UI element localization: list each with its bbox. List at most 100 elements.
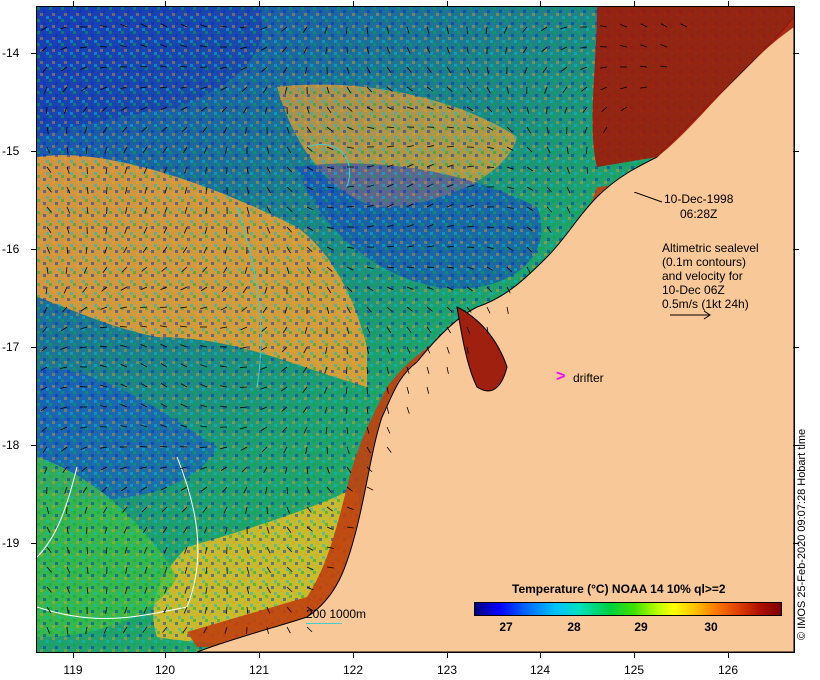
velocity-vector <box>200 45 208 48</box>
velocity-vector <box>466 46 469 54</box>
latitude-tick-label: -19 <box>2 536 20 550</box>
velocity-vector <box>566 186 571 194</box>
longitude-tick-mark <box>353 1 354 7</box>
velocity-vector <box>205 206 208 214</box>
velocity-vector <box>121 266 128 273</box>
velocity-vector <box>586 146 588 155</box>
velocity-vector <box>144 586 148 594</box>
velocity-vector <box>205 186 208 194</box>
velocity-vector <box>306 506 312 513</box>
velocity-vector <box>506 286 511 294</box>
longitude-tick-mark <box>728 652 729 658</box>
velocity-vector <box>246 166 249 174</box>
velocity-vector <box>526 226 533 232</box>
drifter-marker[interactable]: > <box>556 368 565 386</box>
velocity-vector <box>246 206 250 214</box>
colorbar-label: 30 <box>704 620 718 634</box>
velocity-vector <box>239 366 248 368</box>
velocity-vector <box>163 226 168 234</box>
velocity-vector <box>80 66 88 70</box>
velocity-vector <box>526 146 533 153</box>
velocity-vector <box>42 326 48 333</box>
sst-map[interactable] <box>36 6 795 653</box>
velocity-vector <box>144 206 148 214</box>
velocity-vector <box>203 526 208 534</box>
velocity-vector <box>161 506 168 513</box>
velocity-vector <box>304 326 308 334</box>
velocity-vector <box>506 146 514 151</box>
velocity-vector <box>66 146 69 154</box>
velocity-vector <box>324 406 328 414</box>
velocity-vector <box>286 246 291 254</box>
velocity-vector <box>526 106 530 114</box>
velocity-vector <box>100 306 108 310</box>
velocity-vector <box>140 486 148 491</box>
velocity-vector <box>220 405 228 408</box>
velocity-vector <box>261 326 268 332</box>
velocity-vector <box>200 86 208 90</box>
velocity-vector <box>526 266 531 274</box>
latitude-tick-mark <box>31 347 37 348</box>
velocity-vector <box>506 226 514 230</box>
longitude-tick-mark <box>447 652 448 658</box>
velocity-vector <box>264 106 268 114</box>
velocity-vector <box>266 146 270 154</box>
velocity-vector <box>486 226 495 229</box>
velocity-vector <box>104 246 108 254</box>
velocity-vector <box>284 86 288 94</box>
velocity-vector <box>86 186 89 194</box>
velocity-vector <box>220 326 228 329</box>
velocity-vector <box>84 506 88 514</box>
velocity-vector <box>386 26 390 34</box>
velocity-vector <box>326 526 334 531</box>
velocity-vector <box>286 166 293 173</box>
velocity-vector <box>620 106 628 112</box>
velocity-vector <box>326 126 333 132</box>
velocity-vector <box>286 266 290 274</box>
velocity-vector <box>86 586 89 594</box>
velocity-vector <box>386 306 393 312</box>
velocity-vector <box>523 46 528 54</box>
velocity-vector <box>100 86 108 91</box>
velocity-vector <box>160 424 168 428</box>
velocity-vector <box>386 183 394 188</box>
velocity-vector <box>140 65 148 68</box>
velocity-vector <box>201 106 208 112</box>
velocity-vector <box>286 566 293 572</box>
velocity-vector <box>346 126 354 131</box>
longitude-tick-mark <box>353 652 354 658</box>
velocity-vector <box>140 344 148 348</box>
velocity-vector <box>60 366 68 370</box>
velocity-vector <box>66 566 71 574</box>
velocity-vector <box>160 466 168 469</box>
velocity-vector <box>140 106 148 111</box>
velocity-vector <box>42 446 48 453</box>
velocity-vector <box>260 46 268 51</box>
velocity-vector <box>306 206 314 211</box>
velocity-vector <box>160 403 168 408</box>
velocity-vector <box>306 186 314 191</box>
velocity-vector <box>181 126 188 133</box>
velocity-vector <box>266 566 272 574</box>
velocity-vector <box>64 106 68 114</box>
velocity-vector <box>282 426 288 433</box>
velocity-vector <box>200 384 208 388</box>
velocity-vector <box>143 606 148 614</box>
velocity-vector <box>104 146 108 154</box>
altimetry-info: Altimetric sealevel (0.1m contours) and … <box>662 241 759 311</box>
velocity-vector <box>406 183 414 188</box>
velocity-vector <box>141 506 148 513</box>
velocity-vector <box>241 466 248 473</box>
depth-scale-line <box>306 623 342 624</box>
velocity-vector <box>120 344 128 348</box>
velocity-vector <box>466 326 471 334</box>
longitude-tick-label: 121 <box>248 663 270 677</box>
velocity-vector <box>406 306 413 312</box>
velocity-vector <box>346 526 354 529</box>
velocity-vector <box>180 486 188 491</box>
longitude-tick-label: 126 <box>717 663 739 677</box>
velocity-vector <box>286 126 290 134</box>
velocity-vector <box>180 286 188 291</box>
velocity-vector <box>260 386 268 390</box>
velocity-vector <box>85 146 88 155</box>
